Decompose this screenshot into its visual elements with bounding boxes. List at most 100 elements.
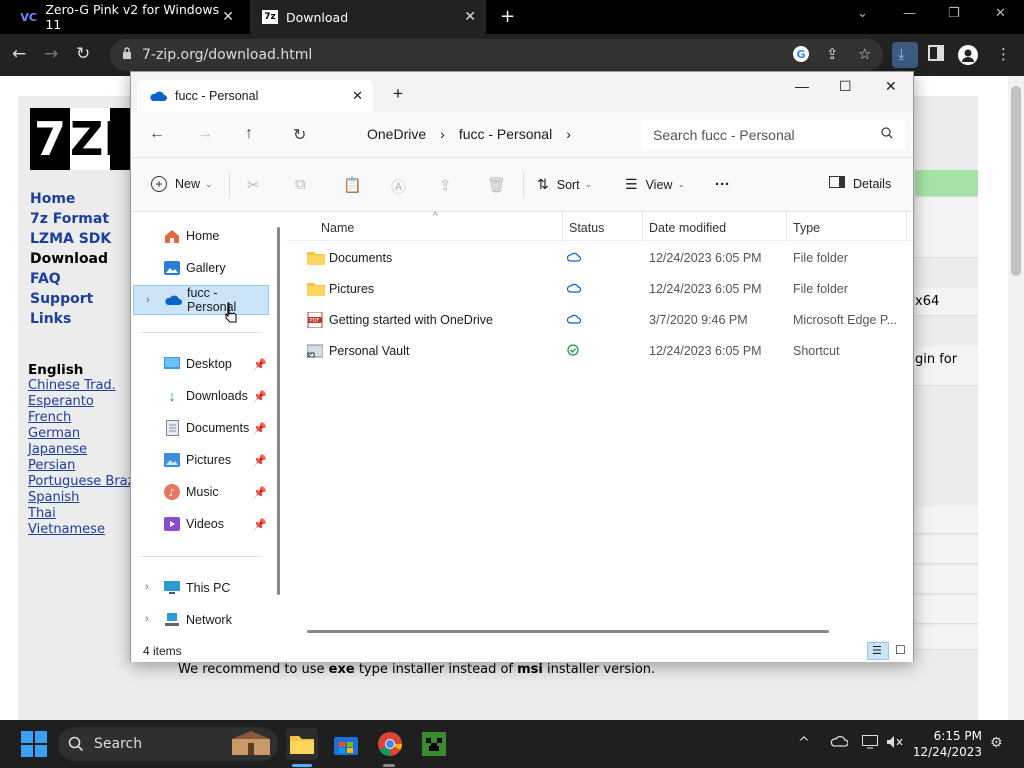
tiles-view-icon[interactable]: ☐ [891,642,913,660]
nav-item-videos[interactable]: Videos 📌 [133,509,269,539]
nav-item-home[interactable]: Home [133,221,269,251]
nav-item-desktop[interactable]: Desktop 📌 [133,349,269,379]
notification-settings-icon[interactable]: ⚙ [990,735,1003,751]
rename-icon[interactable]: Ⓐ [391,176,406,197]
browser-tab-zero-g[interactable]: VC Zero-G Pink v2 for Windows 11 ✕ [8,0,244,34]
windows-start-icon[interactable] [18,728,50,760]
column-header-date[interactable]: Date modified [649,221,726,235]
view-button[interactable]: ☰ View ⌄ [625,176,685,193]
close-tab-icon[interactable]: ✕ [222,9,234,25]
microsoft-store-icon[interactable] [330,728,362,760]
nav-pane-scrollbar[interactable] [277,227,280,595]
file-list-hscrollbar[interactable] [307,630,829,633]
site-nav-home[interactable]: Home [30,191,111,211]
details-view-icon[interactable]: ☰ [867,642,889,660]
forward-icon[interactable]: → [44,44,58,64]
chevron-right-icon[interactable]: › [440,126,445,142]
search-input[interactable]: Search fucc - Personal [641,120,905,150]
language-link[interactable]: Chinese Trad. [28,378,142,394]
explorer-tab[interactable]: fucc - Personal ✕ [137,80,373,112]
language-link[interactable]: Spanish [28,490,142,506]
site-nav-lzma-sdk[interactable]: LZMA SDK [30,231,111,251]
more-options-icon[interactable]: ··· [715,176,730,193]
bookmark-star-icon[interactable]: ☆ [858,45,878,65]
site-nav-7z-format[interactable]: 7z Format [30,211,111,231]
browser-tab-download[interactable]: 7z Download ✕ [250,0,486,34]
delete-icon[interactable]: 🗑 [487,176,506,194]
google-lens-icon[interactable]: G [792,45,812,65]
new-tab-icon[interactable]: + [393,84,403,104]
site-nav-links[interactable]: Links [30,311,111,331]
close-tab-icon[interactable]: ✕ [464,9,476,25]
language-link[interactable]: Esperanto [28,394,142,410]
cut-icon[interactable]: ✂ [247,176,260,194]
nav-item-onedrive[interactable]: › fucc - Personal [133,285,269,315]
close-window-icon[interactable]: ✕ [885,78,897,95]
language-link[interactable]: Portuguese Brazil [28,474,142,490]
column-divider[interactable] [642,213,643,241]
column-header-name[interactable]: Name [321,221,354,235]
tab-search-icon[interactable]: ⌄ [857,6,868,21]
language-link[interactable]: Japanese [28,442,142,458]
minimize-icon[interactable]: — [795,78,809,94]
chevron-up-icon[interactable]: ^ [798,735,810,751]
column-divider[interactable] [906,213,907,241]
language-link[interactable]: Vietnamese [28,522,142,538]
chevron-right-icon[interactable]: › [146,294,150,306]
minimize-icon[interactable]: — [903,6,916,21]
table-row[interactable]: Personal Vault 12/24/2023 6:05 PM Shortc… [287,336,913,367]
new-tab-icon[interactable]: + [500,6,515,27]
new-button[interactable]: + New ⌄ [151,176,213,192]
nav-item-documents[interactable]: Documents 📌 [133,413,269,443]
file-explorer-app-icon[interactable] [286,728,318,760]
minecraft-app-icon[interactable] [418,728,450,760]
nav-item-network[interactable]: › Network [133,605,269,635]
table-row[interactable]: PDF Getting started with OneDrive 3/7/20… [287,305,913,336]
nav-item-music[interactable]: ♪ Music 📌 [133,477,269,507]
site-nav-faq[interactable]: FAQ [30,271,111,291]
site-nav-download[interactable]: Download [30,251,111,271]
page-scrollbar-thumb[interactable] [1011,86,1021,276]
back-icon[interactable]: ← [149,125,165,143]
sort-button[interactable]: ⇅ Sort ⌄ [537,176,592,193]
paste-icon[interactable]: 📋 [343,176,362,194]
column-header-type[interactable]: Type [793,221,820,235]
close-tab-icon[interactable]: ✕ [352,88,363,104]
address-bar[interactable]: 7-zip.org/download.html [110,39,883,71]
close-window-icon[interactable]: ✕ [995,6,1006,21]
language-link[interactable]: German [28,426,142,442]
breadcrumb-onedrive[interactable]: OneDrive [367,126,426,142]
column-divider[interactable] [562,213,563,241]
menu-kebab-icon[interactable]: ⋮ [996,45,1016,65]
language-link[interactable]: Thai [28,506,142,522]
download-icon[interactable]: ⤓ [892,42,918,68]
page-scrollbar[interactable] [1008,76,1024,720]
nav-item-this-pc[interactable]: › This PC [133,573,269,603]
up-arrow-icon[interactable]: ↑ [245,125,253,143]
forward-icon[interactable]: → [197,125,213,143]
share-icon[interactable]: ⇪ [439,176,452,194]
site-nav-support[interactable]: Support [30,291,111,311]
restore-icon[interactable]: ❐ [948,6,960,21]
chrome-app-icon[interactable] [374,728,406,760]
nav-item-gallery[interactable]: Gallery [133,253,269,283]
table-row[interactable]: Documents 12/24/2023 6:05 PM File folder [287,243,913,274]
taskbar-clock[interactable]: 6:15 PM 12/24/2023 [912,728,982,760]
refresh-icon[interactable]: ↻ [293,125,306,145]
display-tray-icon[interactable] [862,735,878,753]
nav-item-pictures[interactable]: Pictures 📌 [133,445,269,475]
language-link[interactable]: French [28,410,142,426]
back-icon[interactable]: ← [12,44,26,64]
maximize-icon[interactable]: ☐ [839,78,852,95]
language-link[interactable]: Persian [28,458,142,474]
breadcrumb-fucc-personal[interactable]: fucc - Personal [459,126,552,142]
copy-icon[interactable]: ⧉ [295,176,306,193]
share-icon[interactable]: ⇪ [826,45,846,65]
onedrive-tray-icon[interactable] [830,735,849,751]
nav-item-downloads[interactable]: ↓ Downloads 📌 [133,381,269,411]
side-panel-icon[interactable] [928,45,948,65]
chevron-right-icon[interactable]: › [145,581,149,593]
reload-icon[interactable]: ↻ [76,44,90,64]
chevron-right-icon[interactable]: › [145,613,149,625]
table-row[interactable]: Pictures 12/24/2023 6:05 PM File folder [287,274,913,305]
